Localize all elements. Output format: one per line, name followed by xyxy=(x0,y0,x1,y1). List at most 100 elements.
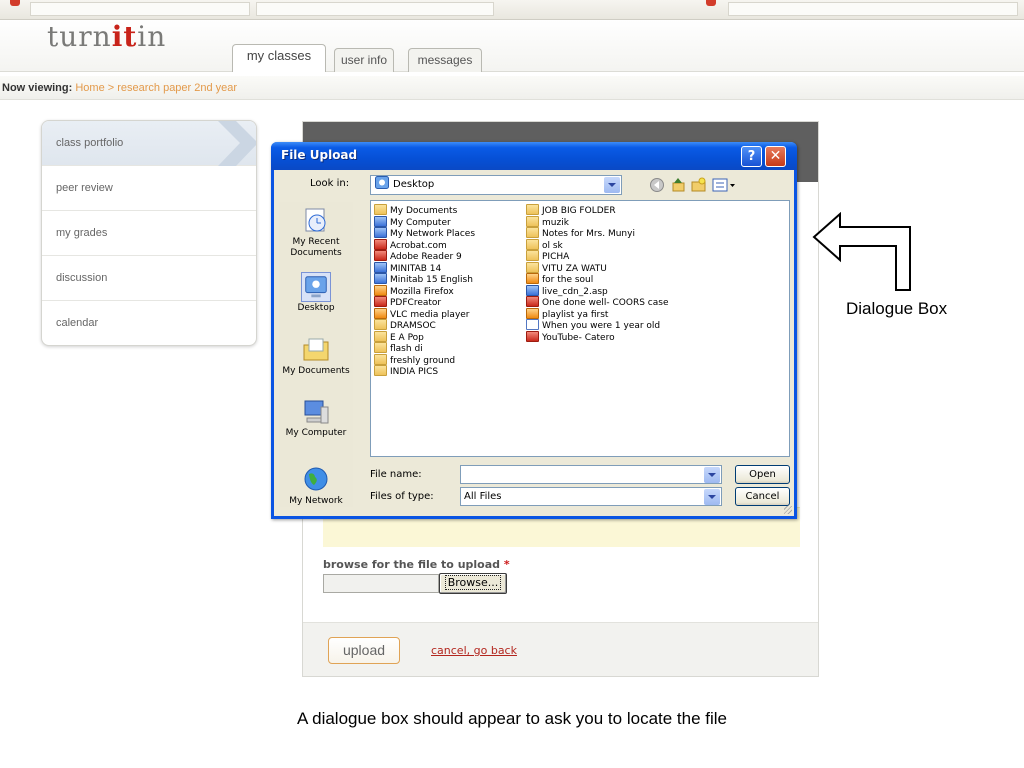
file-list-item-name: for the soul xyxy=(542,275,594,285)
file-icon xyxy=(374,227,387,238)
file-list-item-name: PDFCreator xyxy=(390,298,442,308)
sidebar-item-discussion[interactable]: discussion xyxy=(42,256,256,301)
places-bar: My Recent Documents Desktop My Documents… xyxy=(279,202,353,507)
sidebar-item-peer-review[interactable]: peer review xyxy=(42,166,256,211)
place-label: Desktop xyxy=(297,303,335,313)
file-icon xyxy=(374,238,387,250)
file-icon xyxy=(526,284,539,296)
file-list-item-name: E A Pop xyxy=(390,332,424,343)
browser-tab-marker-icon xyxy=(706,0,716,6)
file-list-item-name: YouTube- Catero xyxy=(542,332,615,343)
recent-documents-icon xyxy=(305,208,326,232)
sidebar-item-my-grades[interactable]: my grades xyxy=(42,211,256,256)
file-path-input[interactable] xyxy=(323,574,439,593)
logo-text: in xyxy=(137,20,167,53)
dialog-title: File Upload xyxy=(281,148,358,162)
tab-user-info[interactable]: user info xyxy=(334,48,394,72)
folder-icon xyxy=(526,250,539,261)
new-folder-icon[interactable] xyxy=(690,177,707,193)
place-my-network[interactable]: My Network xyxy=(279,465,353,507)
chevron-down-icon[interactable] xyxy=(704,467,720,483)
browser-search-box[interactable] xyxy=(728,2,1018,16)
open-button[interactable]: Open xyxy=(735,465,790,484)
chevron-down-icon[interactable] xyxy=(704,489,720,505)
view-menu-icon[interactable] xyxy=(711,177,737,193)
place-desktop[interactable]: Desktop xyxy=(279,272,353,314)
browser-tab-marker-icon xyxy=(10,0,20,6)
logo-text: turn xyxy=(47,20,112,53)
file-list-item-name: INDIA PICS xyxy=(390,367,439,377)
cancel-button[interactable]: Cancel xyxy=(735,487,790,506)
breadcrumb-label: Now viewing: xyxy=(2,82,73,94)
look-in-value: Desktop xyxy=(393,179,435,190)
file-list-item-name: One done well- COORS case xyxy=(542,298,669,308)
cancel-go-back-link[interactable]: cancel, go back xyxy=(431,644,517,657)
file-list-item-name: Adobe Reader 9 xyxy=(390,252,462,262)
browse-label-text: browse for the file to upload xyxy=(323,558,501,571)
file-list[interactable]: My Documents My Computer My Network Places… xyxy=(370,200,790,457)
close-button[interactable]: ✕ xyxy=(765,146,786,167)
breadcrumb-path[interactable]: Home > research paper 2nd year xyxy=(75,82,237,94)
file-type-label: Files of type: xyxy=(370,491,434,502)
file-list-item-name: My Computer xyxy=(390,217,451,228)
chevron-down-icon[interactable] xyxy=(604,177,620,193)
folder-icon xyxy=(374,365,387,376)
browse-button[interactable]: Browse... xyxy=(439,573,507,594)
annotation-label: Dialogue Box xyxy=(846,299,948,318)
file-list-item-name: ol sk xyxy=(542,240,563,251)
place-my-computer[interactable]: My Computer xyxy=(279,397,353,439)
up-one-level-icon[interactable] xyxy=(670,177,687,193)
file-icon xyxy=(526,307,539,319)
turnitin-logo[interactable]: turnitin xyxy=(47,20,166,53)
file-list-item[interactable]: YouTube- Catero xyxy=(526,330,615,344)
my-computer-icon xyxy=(304,400,329,424)
file-list-item-name: muzik xyxy=(542,217,569,228)
folder-icon xyxy=(526,204,539,215)
folder-icon xyxy=(374,330,387,342)
browser-toolbar-segment[interactable] xyxy=(256,2,494,16)
file-icon xyxy=(374,307,387,319)
back-icon[interactable] xyxy=(649,177,666,193)
folder-icon xyxy=(374,353,387,365)
file-icon xyxy=(374,296,387,307)
file-list-item-name: Mozilla Firefox xyxy=(390,286,454,297)
file-icon xyxy=(526,330,539,342)
file-list-item-name: My Network Places xyxy=(390,229,476,239)
file-list-item-name: MINITAB 14 xyxy=(390,263,442,274)
file-list-item-name: Acrobat.com xyxy=(390,240,447,251)
file-list-item-name: My Documents xyxy=(390,206,458,216)
sidebar-item-label: calendar xyxy=(56,317,99,329)
help-button[interactable]: ? xyxy=(741,146,762,167)
my-network-icon xyxy=(304,467,328,491)
form-actions: upload cancel, go back xyxy=(303,622,818,676)
file-list-item-name: live_cdn_2.asp xyxy=(542,286,608,297)
folder-icon xyxy=(526,238,539,250)
file-list-item-name: VLC media player xyxy=(390,309,470,320)
sidebar-item-class-portfolio[interactable]: class portfolio xyxy=(42,121,256,166)
tab-my-classes[interactable]: my classes xyxy=(232,44,326,72)
look-in-dropdown[interactable]: Desktop xyxy=(370,175,622,195)
resize-grip-icon[interactable] xyxy=(784,506,792,514)
place-my-documents[interactable]: My Documents xyxy=(279,335,353,377)
place-label: My Documents xyxy=(282,366,350,376)
my-documents-icon xyxy=(303,338,329,361)
folder-icon xyxy=(526,261,539,273)
sidebar-item-calendar[interactable]: calendar xyxy=(42,301,256,345)
tab-messages[interactable]: messages xyxy=(408,48,482,72)
place-label: My Network xyxy=(289,496,343,506)
file-type-value: All Files xyxy=(464,491,502,502)
file-type-select[interactable]: All Files xyxy=(460,487,722,506)
file-list-item-name: JOB BIG FOLDER xyxy=(542,206,616,216)
browser-toolbar-segment[interactable] xyxy=(30,2,250,16)
folder-icon xyxy=(374,342,387,353)
annotation-arrow-icon xyxy=(812,212,911,291)
file-name-input[interactable] xyxy=(460,465,722,484)
file-name-label: File name: xyxy=(370,469,422,480)
file-icon xyxy=(526,319,539,330)
upload-button[interactable]: upload xyxy=(328,637,400,664)
place-my-recent-documents[interactable]: My Recent Documents xyxy=(279,206,353,259)
sidebar-item-label: class portfolio xyxy=(56,137,124,149)
file-list-item[interactable]: INDIA PICS xyxy=(374,365,438,378)
dialog-titlebar[interactable]: File Upload ? ✕ xyxy=(271,142,797,170)
file-list-item-name: Minitab 15 English xyxy=(390,275,473,285)
